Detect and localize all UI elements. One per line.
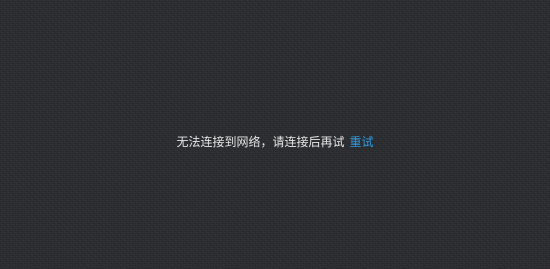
network-error-message: 无法连接到网络，请连接后再试 [176,135,345,149]
network-error-message-line: 无法连接到网络，请连接后再试 重试 [0,133,550,151]
network-error-panel: 无法连接到网络，请连接后再试 重试 [0,0,550,269]
retry-link[interactable]: 重试 [350,135,374,149]
